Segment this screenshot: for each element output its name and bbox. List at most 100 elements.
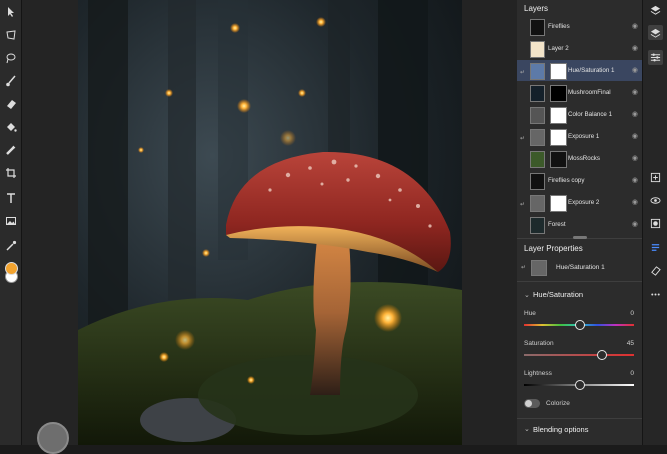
layer-name: Exposure 1 (568, 133, 600, 140)
layer-name: Forest (548, 221, 566, 228)
healing-icon[interactable] (2, 141, 19, 158)
layer-name: Layer 2 (548, 45, 569, 52)
mask-thumbnail (550, 151, 567, 168)
layer-thumbnail (530, 19, 545, 36)
foreground-color-swatch[interactable] (5, 262, 18, 275)
adjustment-thumbnail (530, 195, 545, 212)
layer-name: Hue/Saturation 1 (568, 67, 615, 74)
visibility-eye-icon[interactable] (648, 193, 663, 208)
mask-thumbnail (550, 129, 567, 146)
text-icon[interactable] (2, 189, 19, 206)
layer-thumbnail (530, 41, 545, 58)
mask-thumbnail (550, 63, 567, 80)
eraser-icon[interactable] (2, 95, 19, 112)
layer-name: Color Balance 1 (568, 111, 613, 118)
eye-icon[interactable]: ◉ (632, 154, 638, 162)
mask-thumbnail (550, 195, 567, 212)
eye-icon[interactable]: ◉ (632, 22, 638, 30)
chevron-down-icon[interactable]: ⌄ (524, 291, 530, 299)
resize-handle[interactable] (573, 236, 587, 239)
hue-value[interactable]: 0 (630, 310, 634, 317)
adjustment-thumbnail (530, 129, 545, 146)
lightness-slider-knob[interactable] (575, 380, 585, 390)
right-icon-bar (642, 0, 667, 445)
eye-icon[interactable]: ◉ (632, 88, 638, 96)
adjustment-thumbnail (531, 260, 547, 276)
hue-label: Hue (524, 310, 536, 317)
quick-select-icon[interactable] (2, 49, 19, 66)
mask-icon[interactable] (648, 216, 663, 231)
layer-name: Fireflies copy (548, 177, 585, 184)
link-icon: ↵ (520, 136, 526, 142)
adjustment-thumbnail (530, 63, 545, 80)
eye-icon[interactable]: ◉ (632, 132, 638, 140)
eyedropper-icon[interactable] (2, 237, 19, 254)
layer-name: MushroomFinal (568, 89, 611, 96)
properties-title: Layer Properties (524, 244, 583, 253)
chevron-down-icon[interactable]: ⌄ (524, 425, 530, 433)
image-icon[interactable] (2, 212, 19, 229)
layer-thumbnail (530, 217, 545, 234)
eraser-layer-icon[interactable] (648, 263, 663, 278)
layer-name: Exposure 2 (568, 199, 600, 206)
layers-panel: Layers Fireflies ◉ Layer 2 ◉ ↵ Hue/Satur… (517, 0, 642, 445)
tool-bar (0, 0, 22, 445)
layer-row[interactable]: MossRocks ◉ (517, 148, 642, 169)
colorize-label: Colorize (546, 400, 570, 407)
layer-properties-icon[interactable] (648, 240, 663, 255)
eye-icon[interactable]: ◉ (632, 110, 638, 118)
panel-divider (517, 418, 642, 419)
mushroom-artwork (78, 0, 462, 445)
layer-row[interactable]: Layer 2 ◉ (517, 38, 642, 59)
layer-row[interactable]: ↵ Exposure 1 ◉ (517, 126, 642, 147)
layer-row[interactable]: Fireflies copy ◉ (517, 170, 642, 191)
mask-thumbnail (550, 85, 567, 102)
layers-stack-icon[interactable] (648, 3, 663, 18)
layer-row[interactable]: Color Balance 1 ◉ (517, 104, 642, 125)
eye-icon[interactable]: ◉ (632, 44, 638, 52)
blending-options-section[interactable]: Blending options (533, 425, 588, 434)
hue-saturation-section[interactable]: Hue/Saturation (533, 290, 583, 299)
add-layer-icon[interactable] (648, 170, 663, 185)
lightness-label: Lightness (524, 370, 552, 377)
panel-divider (517, 281, 642, 282)
adjustment-thumbnail (530, 107, 545, 124)
layer-thumbnail (530, 173, 545, 190)
layers-title: Layers (524, 4, 549, 13)
eye-icon[interactable]: ◉ (632, 198, 638, 206)
properties-layer-name: Hue/Saturation 1 (556, 264, 605, 271)
lasso-icon[interactable] (2, 26, 19, 43)
eye-icon[interactable]: ◉ (632, 220, 638, 228)
layer-thumbnail (530, 85, 545, 102)
layer-name: Fireflies (548, 23, 570, 30)
panel-gutter (462, 0, 517, 445)
link-icon: ↵ (521, 265, 527, 271)
brush-icon[interactable] (2, 72, 19, 89)
layer-row[interactable]: Fireflies ◉ (517, 16, 642, 37)
colorize-toggle[interactable] (524, 399, 540, 408)
canvas-image[interactable] (78, 0, 462, 445)
touch-modifier-button[interactable] (37, 422, 69, 454)
lightness-value[interactable]: 0 (630, 370, 634, 377)
select-icon[interactable] (2, 3, 19, 20)
link-icon: ↵ (520, 70, 526, 76)
hue-slider-knob[interactable] (575, 320, 585, 330)
saturation-slider[interactable] (524, 354, 634, 356)
mask-thumbnail (550, 107, 567, 124)
layers-panel-icon[interactable] (648, 25, 663, 40)
layer-row[interactable]: ↵ Exposure 2 ◉ (517, 192, 642, 213)
link-icon: ↵ (520, 202, 526, 208)
crop-icon[interactable] (2, 164, 19, 181)
adjustments-icon[interactable] (648, 50, 663, 65)
more-options-icon[interactable] (648, 287, 663, 302)
layer-row[interactable]: MushroomFinal ◉ (517, 82, 642, 103)
eye-icon[interactable]: ◉ (632, 66, 638, 74)
saturation-value[interactable]: 45 (627, 340, 634, 347)
eye-icon[interactable]: ◉ (632, 176, 638, 184)
fill-icon[interactable] (2, 118, 19, 135)
saturation-slider-knob[interactable] (597, 350, 607, 360)
layer-row-selected[interactable]: ↵ Hue/Saturation 1 ◉ (517, 60, 642, 81)
canvas-margin (22, 0, 78, 445)
layer-row[interactable]: Forest ◉ (517, 214, 642, 235)
layer-name: MossRocks (568, 155, 600, 162)
